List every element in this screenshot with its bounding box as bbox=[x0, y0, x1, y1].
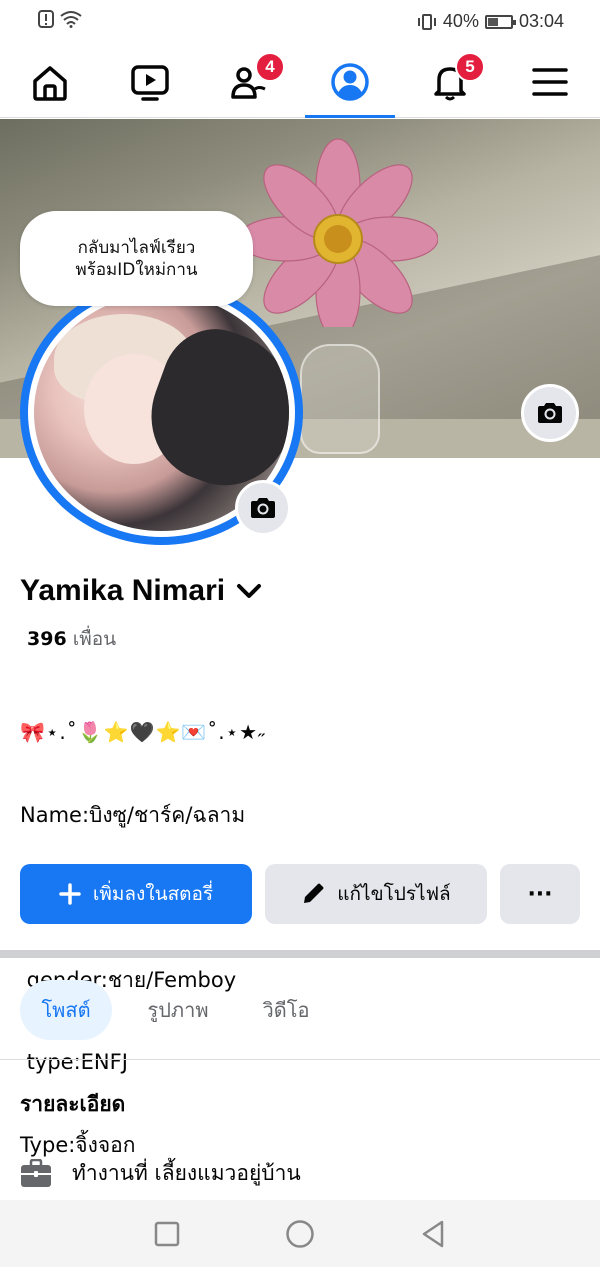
notifications-badge: 5 bbox=[455, 52, 485, 82]
more-icon: ··· bbox=[527, 881, 553, 907]
nav-notifications[interactable]: 5 bbox=[405, 46, 495, 118]
bio-emoji-line: 🎀⋆.˚🌷⭐🖤⭐💌˚.⋆★˶ bbox=[20, 720, 266, 744]
edit-profile-button[interactable]: แก้ไขโปรไฟล์ bbox=[265, 864, 487, 924]
active-tab-indicator bbox=[305, 115, 395, 118]
friends-count[interactable]: 396 เพื่อน bbox=[27, 624, 116, 654]
home-button[interactable] bbox=[283, 1217, 317, 1251]
profile-name: Yamika Nimari bbox=[20, 574, 226, 607]
bio-line: Type:จิ้งจอก bbox=[20, 1132, 136, 1157]
flower-image bbox=[238, 138, 438, 327]
square-icon bbox=[154, 1221, 180, 1247]
edit-profile-label: แก้ไขโปรไฟล์ bbox=[337, 883, 451, 905]
nav-profile[interactable] bbox=[305, 46, 395, 118]
system-nav-bar bbox=[0, 1200, 600, 1267]
battery-fill bbox=[487, 17, 498, 26]
chevron-down-icon[interactable] bbox=[235, 581, 263, 601]
status-bar: 40% 03:04 bbox=[0, 0, 600, 46]
back-triangle-icon bbox=[422, 1220, 444, 1248]
avatar-camera-button[interactable] bbox=[235, 480, 291, 536]
tab-photos[interactable]: รูปภาพ bbox=[132, 980, 224, 1040]
bio-line: type:ENFJ bbox=[20, 1050, 128, 1074]
nav-friends[interactable]: 4 bbox=[205, 46, 295, 118]
profile-name-row[interactable]: Yamika Nimari bbox=[20, 574, 263, 608]
alert-icon bbox=[38, 10, 54, 28]
more-button[interactable]: ··· bbox=[500, 864, 580, 924]
tabs-divider bbox=[0, 1059, 600, 1060]
plus-icon bbox=[59, 883, 81, 905]
detail-work: ทำงานที่ เลี้ยงแมวอยู่บ้าน bbox=[20, 1157, 301, 1190]
pencil-icon bbox=[304, 883, 324, 903]
vibrate-icon bbox=[417, 13, 436, 30]
camera-icon bbox=[251, 498, 275, 518]
friends-badge: 4 bbox=[255, 52, 285, 82]
camera-icon bbox=[538, 403, 562, 423]
friends-label: เพื่อน bbox=[66, 628, 117, 650]
watch-icon bbox=[131, 65, 169, 101]
briefcase-icon bbox=[21, 1158, 51, 1187]
nav-watch[interactable] bbox=[105, 46, 195, 118]
recents-button[interactable] bbox=[150, 1217, 184, 1251]
details-title: รายละเอียด bbox=[20, 1092, 126, 1116]
wifi-icon bbox=[60, 11, 82, 28]
status-left bbox=[38, 10, 82, 28]
menu-icon bbox=[532, 68, 568, 96]
top-nav: 4 5 bbox=[0, 46, 600, 118]
section-divider bbox=[0, 950, 600, 958]
cover-vase bbox=[300, 344, 380, 454]
friends-number: 396 bbox=[27, 628, 67, 650]
work-text: ทำงานที่ เลี้ยงแมวอยู่บ้าน bbox=[72, 1161, 301, 1185]
add-story-label: เพิ่มลงในสตอรี่ bbox=[92, 883, 214, 905]
nav-menu[interactable] bbox=[505, 46, 595, 118]
back-button[interactable] bbox=[416, 1217, 450, 1251]
nav-home[interactable] bbox=[5, 46, 95, 118]
bio-line: Name:บิงซู/ชาร์ค/ฉลาม bbox=[20, 802, 246, 827]
note-text: กลับมาไลฟ์เรียว พร้อมIDใหม่กาน bbox=[75, 237, 198, 280]
profile-icon bbox=[331, 63, 369, 101]
add-story-button[interactable]: เพิ่มลงในสตอรี่ bbox=[20, 864, 252, 924]
clock: 03:04 bbox=[518, 11, 564, 31]
tab-posts[interactable]: โพสต์ bbox=[20, 980, 112, 1040]
home-icon bbox=[33, 66, 67, 101]
status-right: 40% 03:04 bbox=[417, 11, 564, 32]
tab-videos[interactable]: วิดีโอ bbox=[240, 980, 332, 1040]
note-bubble[interactable]: กลับมาไลฟ์เรียว พร้อมIDใหม่กาน bbox=[20, 211, 253, 306]
battery-icon bbox=[484, 14, 516, 29]
cover-camera-button[interactable] bbox=[521, 384, 579, 442]
battery-percent: 40% bbox=[442, 11, 479, 31]
circle-icon bbox=[286, 1220, 314, 1248]
